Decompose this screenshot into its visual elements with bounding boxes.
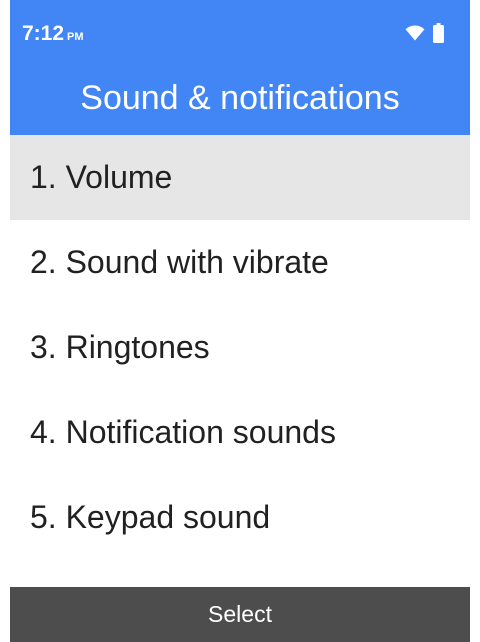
menu-item-sound-with-vibrate[interactable]: 2. Sound with vibrate	[10, 220, 470, 305]
settings-menu: 1. Volume 2. Sound with vibrate 3. Ringt…	[10, 135, 470, 560]
menu-item-notification-sounds[interactable]: 4. Notification sounds	[10, 390, 470, 475]
wifi-icon	[405, 24, 425, 46]
status-time: 7:12 PM	[22, 22, 84, 46]
status-time-ampm: PM	[67, 31, 84, 43]
menu-item-volume[interactable]: 1. Volume	[10, 135, 470, 220]
status-icons	[405, 22, 444, 48]
softkey-bar: Select	[10, 587, 470, 642]
app-header: 7:12 PM Sound & notifications	[10, 0, 470, 135]
menu-item-ringtones[interactable]: 3. Ringtones	[10, 305, 470, 390]
battery-icon	[433, 22, 444, 48]
select-softkey[interactable]: Select	[208, 601, 272, 628]
page-title: Sound & notifications	[80, 79, 400, 117]
status-bar: 7:12 PM	[10, 0, 470, 60]
phone-screen: 7:12PM Sound & notifications 1. Volume	[10, 0, 470, 642]
menu-item-keypad-sound[interactable]: 5. Keypad sound	[10, 475, 470, 560]
status-time-value: 7:12	[22, 22, 65, 45]
